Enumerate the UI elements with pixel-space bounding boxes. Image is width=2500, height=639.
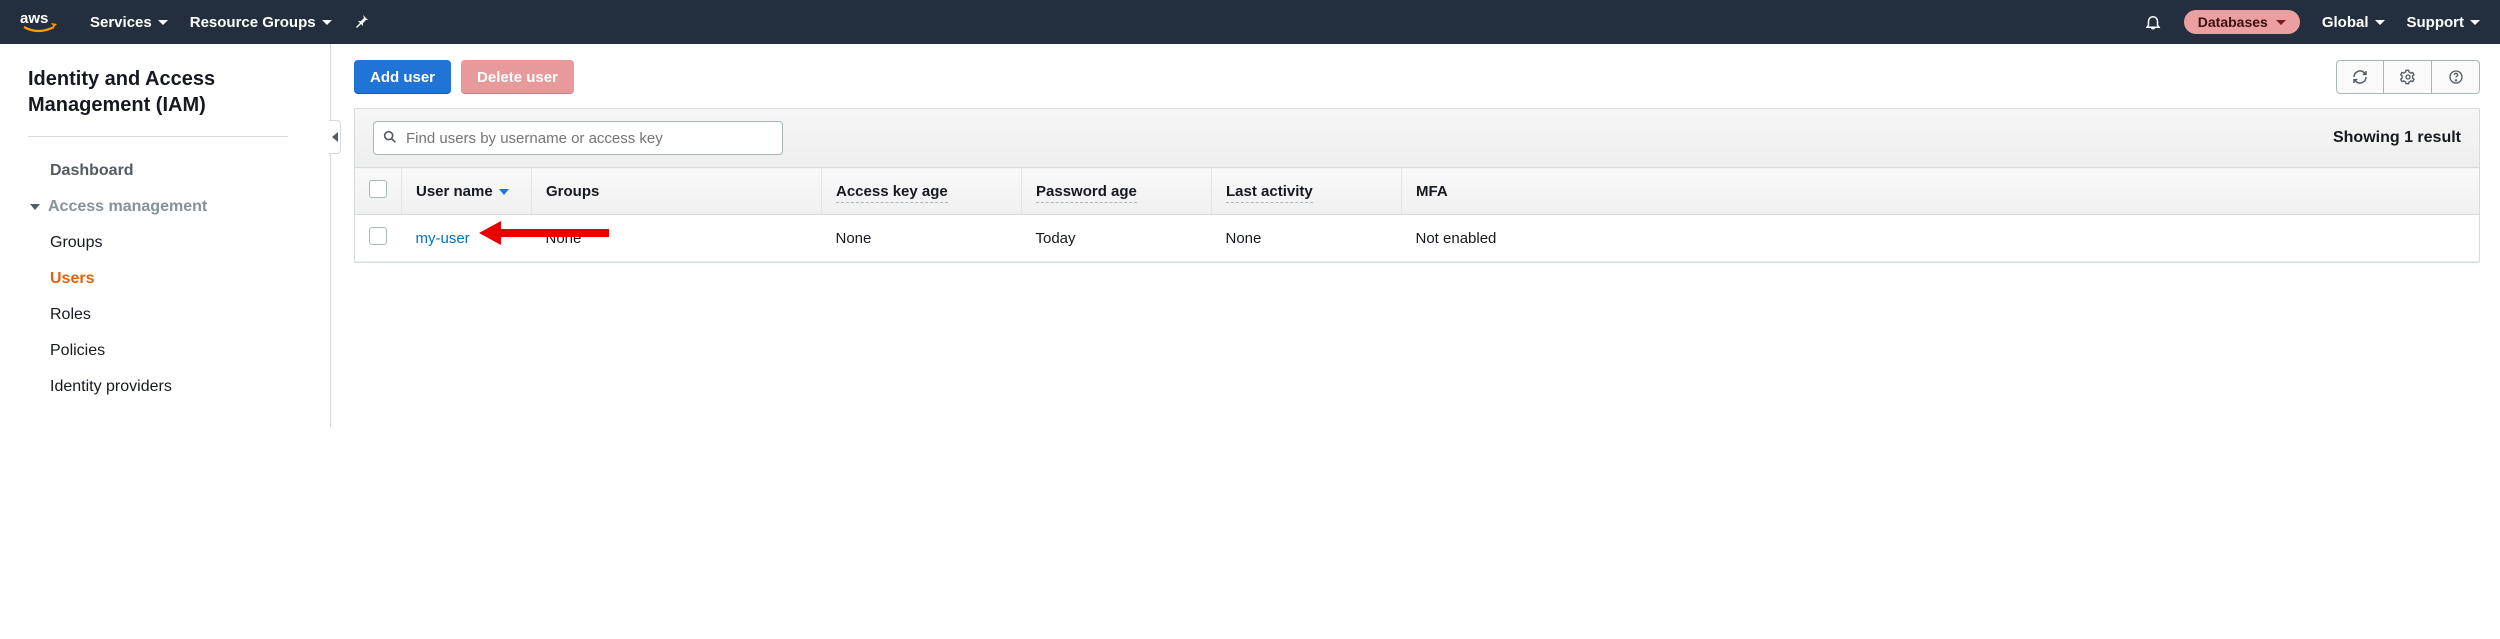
- divider: [28, 136, 288, 137]
- caret-down-icon: [158, 20, 168, 25]
- caret-down-icon: [30, 204, 40, 210]
- sidebar-gutter: [330, 44, 344, 427]
- sidebar-collapse-handle[interactable]: [329, 120, 341, 154]
- page-title: Identity and Access Management (IAM): [28, 66, 330, 118]
- delete-user-button[interactable]: Delete user: [461, 60, 574, 94]
- col-password-age[interactable]: Password age: [1022, 168, 1212, 215]
- users-panel: Showing 1 result User name Groups Access…: [354, 108, 2480, 263]
- col-mfa[interactable]: MFA: [1402, 168, 2480, 215]
- sidebar-item-groups[interactable]: Groups: [28, 225, 330, 261]
- search-input[interactable]: [373, 121, 783, 155]
- cell-groups: None: [532, 215, 822, 262]
- gear-icon: [2400, 69, 2416, 85]
- nav-region[interactable]: Global: [2322, 14, 2385, 31]
- top-nav: aws Services Resource Groups Databases G…: [0, 0, 2500, 44]
- user-link[interactable]: my-user: [416, 230, 470, 247]
- settings-button[interactable]: [2384, 60, 2432, 94]
- main-content: Add user Delete user: [344, 44, 2500, 427]
- svg-text:aws: aws: [20, 10, 48, 27]
- sidebar-item-policies[interactable]: Policies: [28, 333, 330, 369]
- nav-resource-groups[interactable]: Resource Groups: [190, 14, 332, 31]
- sidebar-item-roles[interactable]: Roles: [28, 297, 330, 333]
- col-groups[interactable]: Groups: [532, 168, 822, 215]
- col-user-name[interactable]: User name: [402, 168, 532, 215]
- chevron-left-icon: [332, 132, 338, 142]
- sidebar: Identity and Access Management (IAM) Das…: [0, 44, 330, 427]
- caret-down-icon: [2470, 20, 2480, 25]
- sidebar-item-access-management[interactable]: Access management: [28, 189, 330, 225]
- caret-down-icon: [2375, 20, 2385, 25]
- help-button[interactable]: [2432, 60, 2480, 94]
- sidebar-item-dashboard[interactable]: Dashboard: [28, 153, 330, 189]
- add-user-button[interactable]: Add user: [354, 60, 451, 94]
- search-icon: [382, 129, 398, 148]
- notifications-icon[interactable]: [2144, 13, 2162, 31]
- cell-last-activity: None: [1212, 215, 1402, 262]
- toolbar-icon-group: [2336, 60, 2480, 94]
- sidebar-item-users[interactable]: Users: [28, 261, 330, 297]
- sidebar-item-identity-providers[interactable]: Identity providers: [28, 369, 330, 405]
- nav-services[interactable]: Services: [90, 14, 168, 31]
- sort-desc-icon: [499, 189, 509, 195]
- col-last-activity[interactable]: Last activity: [1212, 168, 1402, 215]
- cell-mfa: Not enabled: [1402, 215, 2480, 262]
- aws-logo[interactable]: aws: [20, 8, 68, 36]
- refresh-icon: [2352, 69, 2368, 85]
- refresh-button[interactable]: [2336, 60, 2384, 94]
- nav-support[interactable]: Support: [2407, 14, 2481, 31]
- cell-password-age: Today: [1022, 215, 1212, 262]
- toolbar: Add user Delete user: [354, 60, 2480, 94]
- search-field: [373, 121, 783, 155]
- cell-access-key-age: None: [822, 215, 1022, 262]
- row-checkbox[interactable]: [369, 227, 387, 245]
- result-count: Showing 1 result: [2333, 129, 2461, 147]
- caret-down-icon: [322, 20, 332, 25]
- col-access-key-age[interactable]: Access key age: [822, 168, 1022, 215]
- select-all-checkbox[interactable]: [369, 180, 387, 198]
- table-row: my-userNoneNoneTodayNoneNot enabled: [355, 215, 2479, 262]
- users-table: User name Groups Access key age Password…: [355, 167, 2479, 262]
- help-icon: [2448, 69, 2464, 85]
- resource-groups-pill[interactable]: Databases: [2184, 10, 2300, 34]
- caret-down-icon: [2276, 20, 2286, 25]
- pin-icon[interactable]: [354, 14, 370, 30]
